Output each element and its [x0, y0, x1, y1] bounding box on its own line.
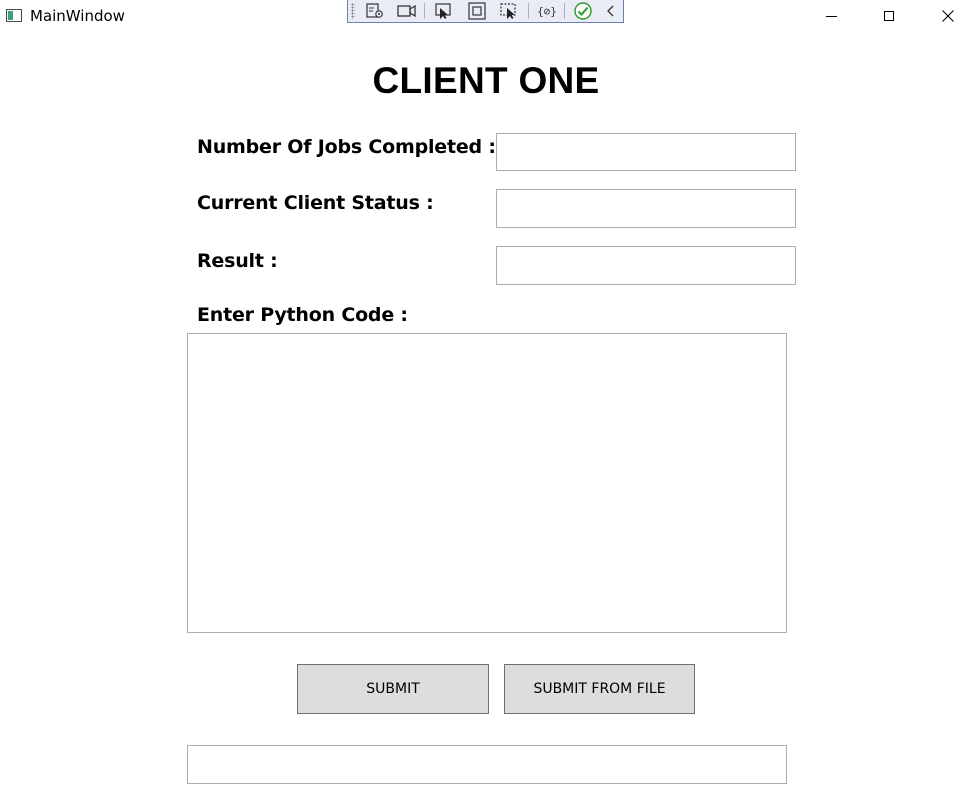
select-element-icon	[435, 3, 451, 19]
toolbar-separator	[528, 3, 529, 19]
window-title: MainWindow	[30, 7, 125, 25]
video-camera-button[interactable]	[396, 2, 418, 20]
toolbar-separator	[564, 3, 565, 19]
close-icon	[942, 10, 954, 22]
submit-button[interactable]: SUBMIT	[297, 664, 489, 714]
select-element-button[interactable]	[432, 2, 454, 20]
live-visual-tree-icon	[366, 3, 383, 18]
app-window-icon	[6, 9, 22, 22]
svg-text:{⊘}: {⊘}	[537, 5, 557, 18]
jobs-completed-field[interactable]	[496, 133, 796, 171]
close-button[interactable]	[925, 0, 971, 32]
display-layout-adorners-icon	[468, 2, 486, 20]
minimize-icon	[825, 15, 837, 17]
result-field[interactable]	[496, 246, 796, 285]
page-title: CLIENT ONE	[372, 60, 600, 101]
status-output-field[interactable]	[187, 745, 787, 784]
client-status-field[interactable]	[496, 189, 796, 228]
binding-failures-button[interactable]: {⊘}	[536, 2, 558, 20]
minimize-button[interactable]	[808, 0, 854, 32]
main-window: MainWindow {⊘} CLIENT ONE Number Of Jobs…	[0, 0, 972, 786]
python-code-textarea[interactable]	[187, 333, 787, 633]
python-code-label: Enter Python Code :	[197, 304, 408, 326]
result-label: Result :	[197, 250, 278, 272]
live-visual-tree-button[interactable]	[364, 2, 386, 20]
track-focus-icon	[500, 3, 516, 19]
track-focus-button[interactable]	[498, 2, 520, 20]
toolbar-separator	[424, 3, 425, 19]
hot-reload-check-icon	[574, 2, 592, 20]
submit-from-file-button[interactable]: SUBMIT FROM FILE	[504, 664, 695, 714]
toolbar-grip-icon[interactable]	[351, 3, 355, 19]
maximize-icon	[884, 11, 894, 21]
collapse-chevron-icon	[607, 5, 614, 17]
debug-toolbar: {⊘}	[347, 0, 624, 23]
display-layout-adorners-button[interactable]	[466, 2, 488, 20]
jobs-completed-label: Number Of Jobs Completed :	[197, 136, 496, 158]
binding-failures-icon: {⊘}	[537, 5, 557, 18]
client-status-label: Current Client Status :	[197, 192, 434, 214]
video-camera-icon	[397, 4, 416, 18]
maximize-button[interactable]	[866, 0, 912, 32]
collapse-toolbar-button[interactable]	[600, 2, 622, 20]
hot-reload-check-button[interactable]	[572, 2, 594, 20]
